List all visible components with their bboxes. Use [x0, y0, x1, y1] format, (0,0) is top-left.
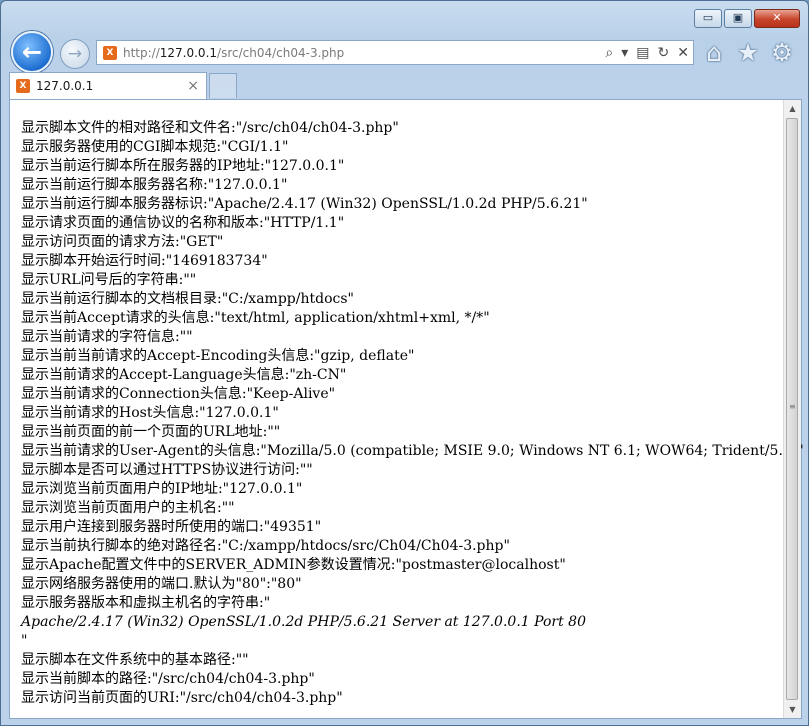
close-tab-icon[interactable]: ×	[187, 78, 206, 94]
address-bar[interactable]: X http://127.0.0.1/src/ch04/ch04-3.php ⌕…	[96, 40, 694, 65]
back-button[interactable]: ←	[11, 31, 53, 73]
minimize-button[interactable]: ▭	[694, 9, 722, 28]
favorites-star-icon[interactable]: ★	[734, 39, 762, 67]
output-line: 显示当前请求的字符信息:""	[21, 329, 193, 345]
window-controls: ▭ ▣ ✕	[694, 9, 800, 28]
output-line: 显示当前当前请求的Accept-Encoding头信息:"gzip, defla…	[21, 348, 415, 364]
output-line: 显示浏览当前页面用户的主机名:""	[21, 500, 235, 516]
output-line: 显示脚本文件的相对路径和文件名:"/src/ch04/ch04-3.php"	[21, 120, 399, 136]
output-line: 显示脚本开始运行时间:"1469183734"	[21, 253, 268, 269]
output-line: 显示访问当前页面的URI:"/src/ch04/ch04-3.php"	[21, 690, 343, 706]
tab-title: 127.0.0.1	[36, 79, 94, 93]
output-line: "	[21, 633, 28, 649]
server-info-output: 显示脚本文件的相对路径和文件名:"/src/ch04/ch04-3.php" 显示…	[21, 119, 804, 708]
refresh-icon[interactable]: ↻	[654, 45, 674, 61]
tab-active[interactable]: X 127.0.0.1 ×	[9, 72, 207, 99]
output-line: 显示浏览当前页面用户的IP地址:"127.0.0.1"	[21, 481, 303, 497]
back-arrow-icon: ←	[21, 38, 43, 66]
scroll-thumb[interactable]: ≡	[786, 118, 798, 700]
output-line: Apache/2.4.17 (Win32) OpenSSL/1.0.2d PHP…	[21, 614, 586, 630]
chevron-down-icon[interactable]: ▾	[617, 45, 632, 61]
output-line: 显示当前请求的User-Agent的头信息:"Mozilla/5.0 (comp…	[21, 443, 804, 459]
output-line: 显示用户连接到服务器时所使用的端口:"49351"	[21, 519, 322, 535]
output-line: 显示脚本是否可以通过HTTPS协议进行访问:""	[21, 462, 313, 478]
output-line: 显示当前运行脚本服务器名称:"127.0.0.1"	[21, 177, 288, 193]
browser-window: ▭ ▣ ✕ ← → X http://127.0.0.1/src/ch04/ch…	[0, 0, 809, 726]
output-line: 显示当前运行脚本服务器标识:"Apache/2.4.17 (Win32) Ope…	[21, 196, 588, 212]
url-text[interactable]: http://127.0.0.1/src/ch04/ch04-3.php	[123, 46, 601, 60]
vertical-scrollbar[interactable]: ▲ ≡ ▼	[783, 100, 801, 718]
output-line: 显示当前页面的前一个页面的URL地址:""	[21, 424, 281, 440]
forward-button[interactable]: →	[60, 39, 90, 69]
output-line: 显示Apache配置文件中的SERVER_ADMIN参数设置情况:"postma…	[21, 557, 566, 573]
output-line: 显示当前运行脚本所在服务器的IP地址:"127.0.0.1"	[21, 158, 345, 174]
close-window-button[interactable]: ✕	[754, 9, 800, 28]
browser-toolbar-icons: ⌂ ★ ⚙	[700, 39, 796, 67]
home-icon[interactable]: ⌂	[700, 39, 728, 67]
output-line: 显示当前执行脚本的绝对路径名:"C:/xampp/htdocs/src/Ch04…	[21, 538, 510, 554]
gear-icon[interactable]: ⚙	[768, 39, 796, 67]
maximize-button[interactable]: ▣	[724, 9, 752, 28]
compatibility-view-icon[interactable]: ▤	[632, 45, 653, 61]
scroll-down-arrow-icon[interactable]: ▼	[784, 701, 801, 718]
search-icon[interactable]: ⌕	[601, 45, 617, 61]
output-line: 显示当前请求的Host头信息:"127.0.0.1"	[21, 405, 279, 421]
url-host: 127.0.0.1	[159, 45, 218, 60]
tab-favicon-icon: X	[16, 79, 30, 93]
stop-icon[interactable]: ✕	[673, 45, 693, 61]
output-line: 显示服务器使用的CGI脚本规范:"CGI/1.1"	[21, 139, 289, 155]
page-content: 显示脚本文件的相对路径和文件名:"/src/ch04/ch04-3.php" 显示…	[9, 99, 804, 719]
site-favicon-icon: X	[103, 45, 117, 60]
output-line: 显示服务器版本和虚拟主机名的字符串:"	[21, 595, 271, 611]
output-line: 显示当前Accept请求的头信息:"text/html, application…	[21, 310, 490, 326]
output-line: 显示当前请求的Accept-Language头信息:"zh-CN"	[21, 367, 347, 383]
output-line: 显示请求页面的通信协议的名称和版本:"HTTP/1.1"	[21, 215, 345, 231]
output-line: 显示URL问号后的字符串:""	[21, 272, 197, 288]
new-tab-button[interactable]	[209, 73, 237, 98]
output-line: 显示当前请求的Connection头信息:"Keep-Alive"	[21, 386, 336, 402]
output-line: 显示网络服务器使用的端口.默认为"80":"80"	[21, 576, 302, 592]
output-line: 显示访问页面的请求方法:"GET"	[21, 234, 224, 250]
forward-arrow-icon: →	[67, 44, 83, 64]
output-line: 显示脚本在文件系统中的基本路径:""	[21, 652, 249, 668]
output-line: 显示当前脚本的路径:"/src/ch04/ch04-3.php"	[21, 671, 315, 687]
grip-icon: ≡	[789, 402, 796, 411]
output-line: 显示当前运行脚本的文档根目录:"C:/xampp/htdocs"	[21, 291, 354, 307]
scroll-up-arrow-icon[interactable]: ▲	[784, 100, 801, 117]
url-path: /src/ch04/ch04-3.php	[217, 45, 345, 60]
url-prefix: http://	[123, 45, 160, 60]
